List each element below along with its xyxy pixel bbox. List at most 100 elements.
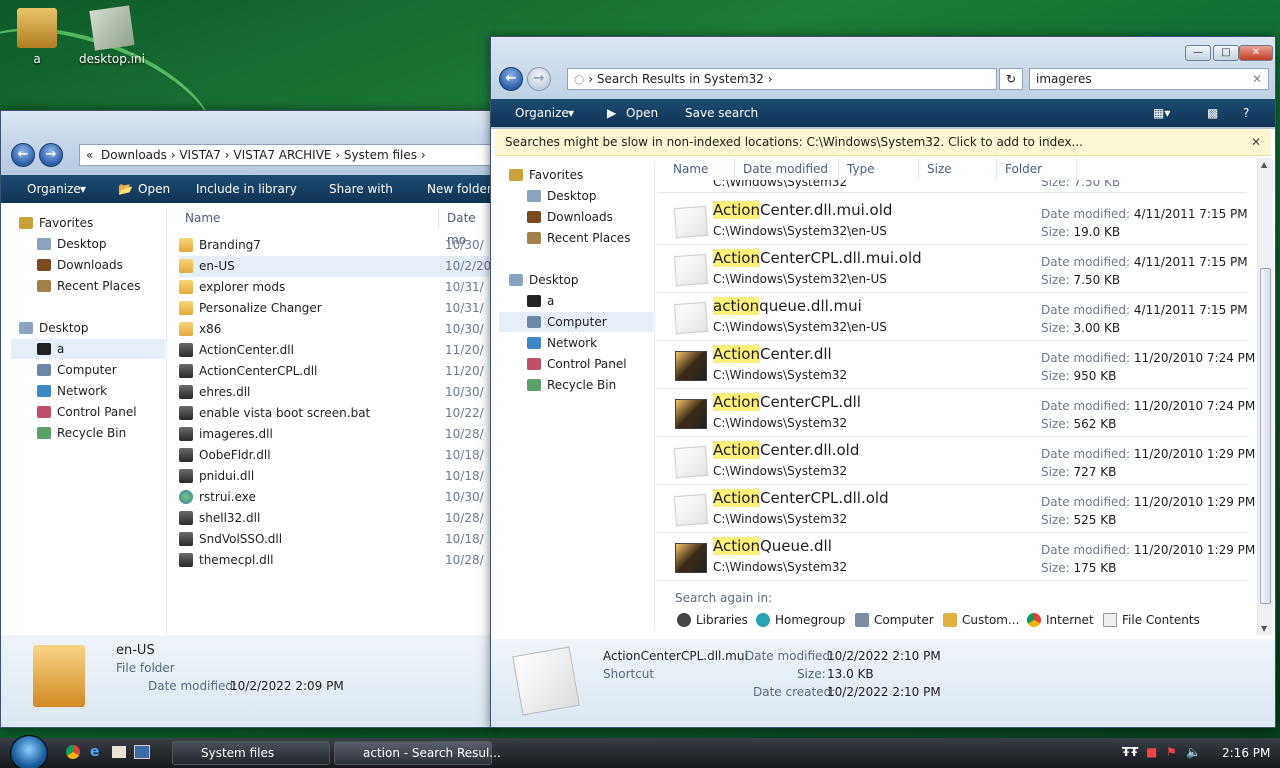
search-input[interactable]: imageres ✕ [1029, 68, 1269, 90]
search-again-custom[interactable]: Custom... [943, 613, 1019, 627]
address-bar[interactable]: « Downloads › VISTA7 › VISTA7 ARCHIVE › … [79, 144, 499, 166]
result-row[interactable]: ActionCenterCPL.dll.mui.old C:\Windows\Sy… [657, 245, 1248, 293]
result-row[interactable]: ActionCenter.dll.mui.old C:\Windows\Syste… [657, 197, 1248, 245]
new-folder-button[interactable]: New folder [427, 182, 492, 196]
include-library-menu[interactable]: Include in library [196, 182, 297, 196]
search-again-internet[interactable]: Internet [1027, 613, 1094, 627]
column-type[interactable]: Type [839, 158, 919, 180]
tree-favorites[interactable]: Favorites [19, 213, 93, 233]
file-row[interactable]: explorer mods 10/31/ [179, 277, 489, 298]
refresh-icon[interactable]: ↻ [999, 68, 1023, 90]
maximize-button[interactable]: □ [1213, 45, 1239, 61]
column-folder[interactable]: Folder [997, 158, 1077, 180]
tree-control-panel[interactable]: Control Panel [527, 354, 627, 374]
result-row[interactable]: ActionCenter.dll.old C:\Windows\System32 D… [657, 437, 1255, 485]
show-desktop-icon[interactable] [112, 746, 126, 758]
address-text[interactable]: Search Results in System32 [597, 72, 764, 86]
desktop-icon-a[interactable]: a [2, 8, 72, 66]
back-button[interactable]: ← [11, 143, 35, 167]
scroll-down-icon[interactable]: ▼ [1261, 624, 1267, 633]
open-button[interactable]: Open [626, 106, 658, 120]
file-row[interactable]: themecpl.dll 10/28/ [179, 550, 489, 571]
share-with-menu[interactable]: Share with [329, 182, 393, 196]
index-info-bar[interactable]: Searches might be slow in non-indexed lo… [495, 129, 1271, 156]
file-row[interactable]: ehres.dll 10/30/ [179, 382, 489, 403]
scroll-up-icon[interactable]: ▲ [1261, 160, 1267, 169]
tree-computer[interactable]: Computer [37, 360, 117, 380]
file-row[interactable]: Personalize Changer 10/31/ [179, 298, 489, 319]
clear-search-icon[interactable]: ✕ [1252, 69, 1262, 89]
breadcrumb-archive[interactable]: VISTA7 ARCHIVE [233, 148, 331, 162]
breadcrumb-downloads[interactable]: Downloads [101, 148, 167, 162]
organize-menu[interactable]: Organize [27, 182, 81, 196]
tree-recycle-bin[interactable]: Recycle Bin [37, 423, 126, 443]
file-row[interactable]: Branding7 10/30/ [179, 235, 489, 256]
search-again-computer[interactable]: Computer [855, 613, 934, 627]
breadcrumb-prefix[interactable]: « [86, 148, 93, 162]
preview-pane-icon[interactable]: ▩ [1207, 106, 1218, 120]
internet-explorer-icon[interactable]: e [90, 744, 100, 760]
forward-button[interactable]: → [527, 67, 551, 91]
file-row[interactable]: enable vista boot screen.bat 10/22/ [179, 403, 489, 424]
file-row[interactable]: ActionCenter.dll 11/20/ [179, 340, 489, 361]
clock[interactable]: 2:16 PM [1222, 746, 1270, 760]
results-scrollbar[interactable]: ▲ ▼ [1257, 158, 1273, 635]
file-row[interactable]: en-US 10/2/20 [179, 256, 491, 277]
organize-menu[interactable]: Organize [515, 106, 569, 120]
tree-desktop-root[interactable]: Desktop [19, 318, 89, 338]
file-row[interactable]: imageres.dll 10/28/ [179, 424, 489, 445]
tree-desktop[interactable]: Desktop [527, 186, 597, 206]
save-search-button[interactable]: Save search [685, 106, 758, 120]
result-row[interactable]: ActionCenterCPL.dll C:\Windows\System32 Da… [657, 389, 1255, 437]
help-icon[interactable]: ? [1243, 106, 1249, 120]
close-button[interactable]: ✕ [1239, 45, 1273, 61]
tree-recycle-bin[interactable]: Recycle Bin [527, 375, 616, 395]
tree-recent-places[interactable]: Recent Places [37, 276, 140, 296]
column-name[interactable]: Name [177, 207, 439, 229]
column-name[interactable]: Name [665, 158, 735, 180]
tree-favorites[interactable]: Favorites [509, 165, 583, 185]
address-bar[interactable]: ○ › Search Results in System32 › [567, 68, 997, 90]
tree-a[interactable]: a [527, 291, 554, 311]
result-row[interactable]: ActionCenter.dll C:\Windows\System32 Date … [657, 341, 1255, 389]
tree-desktop-root[interactable]: Desktop [509, 270, 579, 290]
open-button[interactable]: Open [138, 182, 170, 196]
action-center-icon[interactable]: ⚑ [1166, 745, 1177, 759]
column-size[interactable]: Size [919, 158, 997, 180]
breadcrumb-system-files[interactable]: System files [344, 148, 417, 162]
switch-windows-icon[interactable] [134, 745, 150, 759]
chevron-down-icon[interactable]: ▾ [568, 106, 574, 120]
result-row[interactable]: ActionCenterCPL.dll.old C:\Windows\System… [657, 485, 1255, 533]
search-again-libraries[interactable]: Libraries [677, 613, 748, 627]
tree-computer[interactable]: Computer [499, 312, 653, 332]
back-button[interactable]: ← [499, 67, 523, 91]
network-status-icon[interactable]: ■ [1146, 745, 1157, 759]
result-row[interactable]: ActionQueue.dll C:\Windows\System32 Date m… [657, 533, 1255, 581]
file-row[interactable]: ActionCenterCPL.dll 11/20/ [179, 361, 489, 382]
start-button[interactable] [10, 735, 48, 768]
file-row[interactable]: SndVolSSO.dll 10/18/ [179, 529, 489, 550]
close-infobar-icon[interactable]: ✕ [1251, 129, 1261, 156]
tree-control-panel[interactable]: Control Panel [37, 402, 137, 422]
chrome-icon[interactable] [66, 745, 80, 759]
tree-a[interactable]: a [11, 339, 165, 359]
file-row[interactable]: pnidui.dll 10/18/ [179, 466, 489, 487]
result-row[interactable]: actionqueue.dll.mui C:\Windows\System32\e… [657, 293, 1248, 341]
tree-recent-places[interactable]: Recent Places [527, 228, 630, 248]
views-icon[interactable]: ▦▾ [1153, 106, 1170, 120]
tree-network[interactable]: Network [37, 381, 107, 401]
forward-button[interactable]: → [39, 143, 63, 167]
taskbar-search-results[interactable]: action - Search Resul... [334, 741, 501, 765]
minimize-button[interactable]: — [1185, 45, 1211, 61]
chevron-down-icon[interactable]: ▾ [80, 182, 86, 196]
file-row[interactable]: OobeFldr.dll 10/18/ [179, 445, 489, 466]
desktop-icon-desktop-ini[interactable]: desktop.ini [77, 5, 147, 66]
taskbar-system-files[interactable]: System files [172, 741, 330, 765]
volume-muted-icon[interactable]: 🔈 [1186, 745, 1201, 759]
file-row[interactable]: shell32.dll 10/28/ [179, 508, 489, 529]
language-icon[interactable]: ŦŦ [1122, 745, 1138, 759]
search-again-file-contents[interactable]: File Contents [1103, 613, 1200, 627]
tree-downloads[interactable]: Downloads [527, 207, 613, 227]
file-row[interactable]: rstrui.exe 10/30/ [179, 487, 489, 508]
file-row[interactable]: x86 10/30/ [179, 319, 489, 340]
